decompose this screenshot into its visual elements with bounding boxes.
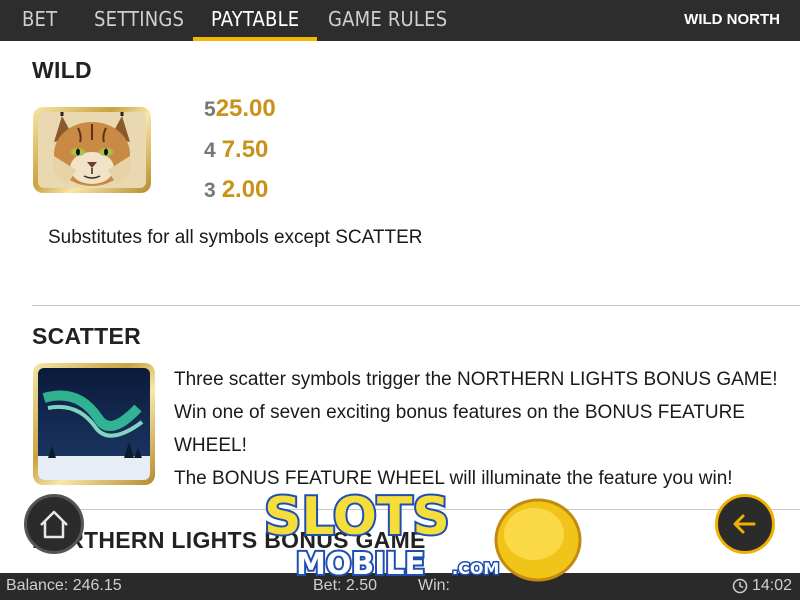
- arrow-left-icon: [733, 514, 756, 534]
- tab-paytable[interactable]: PAYTABLE: [193, 0, 318, 41]
- logo-suffix: .COM: [452, 559, 499, 578]
- wild-heading: WILD: [32, 57, 92, 83]
- payout-count: 3: [204, 179, 216, 202]
- scatter-symbol-aurora: [33, 363, 155, 485]
- scatter-line-1: Three scatter symbols trigger the NORTHE…: [174, 369, 778, 390]
- home-icon: [40, 510, 68, 539]
- payout-value: 7.50: [221, 136, 269, 163]
- wild-payout-4: 4 7.50: [204, 136, 268, 164]
- lynx-icon: [38, 112, 146, 188]
- game-title: WILD NORTH: [684, 11, 780, 28]
- section-divider: [32, 305, 800, 306]
- slotsmobile-watermark-logo: SLOTS MOBILE .COM: [250, 478, 590, 600]
- tab-game-rules[interactable]: GAME RULES: [328, 0, 447, 41]
- wild-symbol-lynx: [33, 107, 151, 193]
- balance-text: Balance: 246.15: [6, 577, 122, 594]
- wild-payout-3: 3 2.00: [204, 176, 268, 204]
- tab-bet[interactable]: BET: [22, 0, 57, 41]
- logo-word-2: MOBILE: [296, 547, 425, 582]
- home-button[interactable]: [24, 494, 84, 554]
- scatter-line-2: Win one of seven exciting bonus features…: [174, 402, 745, 423]
- clock: 14:02: [732, 577, 792, 595]
- northern-lights-icon: [38, 368, 150, 480]
- wild-payout-5: 525.00: [204, 95, 276, 123]
- scatter-heading: SCATTER: [32, 323, 142, 349]
- clock-time: 14:02: [751, 577, 792, 594]
- wild-description: Substitutes for all symbols except SCATT…: [48, 227, 423, 248]
- payout-value: 25.00: [215, 95, 276, 122]
- payout-count: 5: [204, 98, 216, 121]
- logo-word-1: SLOTS: [264, 487, 450, 547]
- tab-settings[interactable]: SETTINGS: [94, 0, 184, 41]
- clock-icon: [732, 578, 748, 594]
- top-nav-bar: BET SETTINGS PAYTABLE GAME RULES WILD NO…: [0, 0, 800, 41]
- back-button[interactable]: [715, 494, 775, 554]
- scatter-line-3: WHEEL!: [174, 435, 247, 456]
- payout-value: 2.00: [221, 176, 269, 203]
- payout-count: 4: [204, 139, 216, 162]
